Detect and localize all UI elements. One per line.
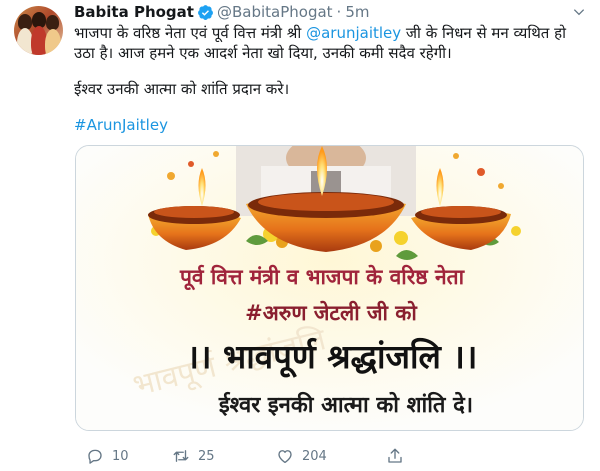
image-text-line-1: पूर्व वित्त मंत्री व भाजपा के वरिष्ठ नेत…: [179, 264, 466, 291]
author-handle[interactable]: @BabitaPhogat: [217, 3, 333, 21]
verified-badge-icon: [197, 4, 214, 21]
mention-link[interactable]: @arunjaitley: [306, 24, 401, 42]
hashtag-link[interactable]: #ArunJaitley: [74, 115, 574, 135]
tweet-image[interactable]: भावपूर्ण श्रद्धांजलि पूर्व वित्त मंत्री …: [75, 145, 584, 431]
image-text-line-3: ।। भावपूर्ण श्रद्धांजलि ।।: [187, 337, 478, 378]
tweet-text-line-2: उठा है। आज हमने एक आदर्श नेता खो दिया, उ…: [74, 44, 452, 62]
tweet-actions: 10 25 204: [86, 446, 526, 466]
reply-icon: [88, 449, 102, 464]
like-count: 204: [302, 448, 327, 464]
tweet-text-line-3: ईश्वर उनकी आत्मा को शांति प्रदान करे।: [74, 80, 290, 98]
retweet-count: 25: [198, 448, 215, 464]
tweet-text-part: जी के निधन से मन व्यथित हो: [401, 24, 566, 42]
reply-count: 10: [112, 448, 129, 464]
chevron-down-icon[interactable]: [572, 4, 586, 18]
like-button[interactable]: 204: [276, 446, 327, 466]
image-text-line-2: #अरुण जेटली जी को: [245, 300, 418, 325]
tweet-header: Babita Phogat @BabitaPhogat · 5m: [74, 2, 369, 22]
tweet-text-line-1: भाजपा के वरिष्ठ नेता एवं पूर्व वित्त मंत…: [74, 23, 574, 43]
avatar[interactable]: [14, 6, 63, 55]
share-icon: [388, 448, 402, 463]
separator-dot: ·: [336, 3, 342, 21]
tweet-text: भाजपा के वरिष्ठ नेता एवं पूर्व वित्त मंत…: [74, 23, 574, 135]
tweet-time[interactable]: 5m: [345, 3, 369, 21]
retweet-button[interactable]: 25: [172, 446, 215, 466]
author-name[interactable]: Babita Phogat: [74, 3, 194, 21]
heart-icon: [278, 450, 292, 464]
tweet[interactable]: Babita Phogat @BabitaPhogat · 5m भाजपा क…: [0, 0, 600, 471]
tweet-text-part: भाजपा के वरिष्ठ नेता एवं पूर्व वित्त मंत…: [74, 24, 307, 42]
image-text-line-4: ईश्वर इनकी आत्मा को शांति दे।: [218, 391, 473, 418]
reply-button[interactable]: 10: [86, 446, 129, 466]
share-button[interactable]: [386, 446, 404, 466]
retweet-icon: [173, 450, 189, 462]
